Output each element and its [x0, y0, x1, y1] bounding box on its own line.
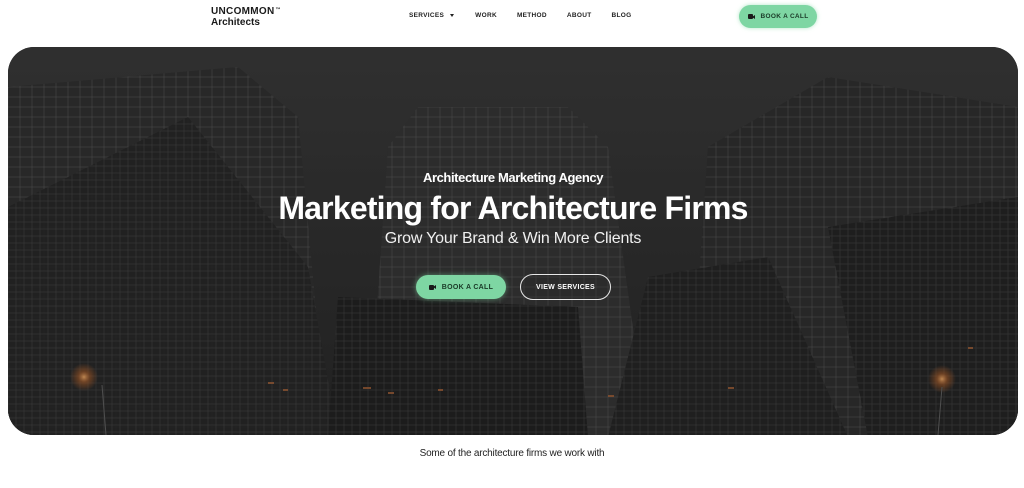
- logo-trademark: ™: [275, 7, 281, 13]
- logo-line2: Architects: [211, 17, 260, 28]
- hero-subtitle: Grow Your Brand & Win More Clients: [384, 230, 642, 247]
- chevron-down-icon: [450, 14, 455, 17]
- header-book-call-button[interactable]: BOOK A CALL: [739, 5, 817, 28]
- logo-line1: UNCOMMON: [211, 6, 275, 17]
- hero-book-call-button[interactable]: BOOK A CALL: [416, 275, 506, 299]
- video-camera-icon: [747, 14, 755, 19]
- site-logo[interactable]: UNCOMMON™ Architects: [211, 6, 281, 28]
- hero-section: Architecture Marketing Agency Marketing …: [8, 47, 1018, 435]
- nav-method[interactable]: METHOD: [517, 12, 547, 19]
- main-nav: SERVICES WORK METHOD ABOUT BLOG: [409, 12, 632, 19]
- nav-services[interactable]: SERVICES: [409, 12, 455, 19]
- hero-title: Marketing for Architecture Firms: [278, 190, 748, 226]
- nav-work[interactable]: WORK: [475, 12, 497, 19]
- clients-intro: Some of the architecture firms we work w…: [419, 448, 605, 459]
- hero-book-call-label: BOOK A CALL: [441, 283, 494, 291]
- nav-about[interactable]: ABOUT: [567, 12, 592, 19]
- view-services-button[interactable]: VIEW SERVICES: [520, 274, 611, 300]
- nav-services-label: SERVICES: [409, 12, 445, 19]
- hero-eyebrow: Architecture Marketing Agency: [422, 170, 604, 185]
- nav-blog[interactable]: BLOG: [612, 12, 632, 19]
- site-header: UNCOMMON™ Architects SERVICES WORK METHO…: [0, 0, 1024, 46]
- video-camera-icon: [428, 284, 436, 290]
- header-book-call-label: BOOK A CALL: [760, 13, 809, 20]
